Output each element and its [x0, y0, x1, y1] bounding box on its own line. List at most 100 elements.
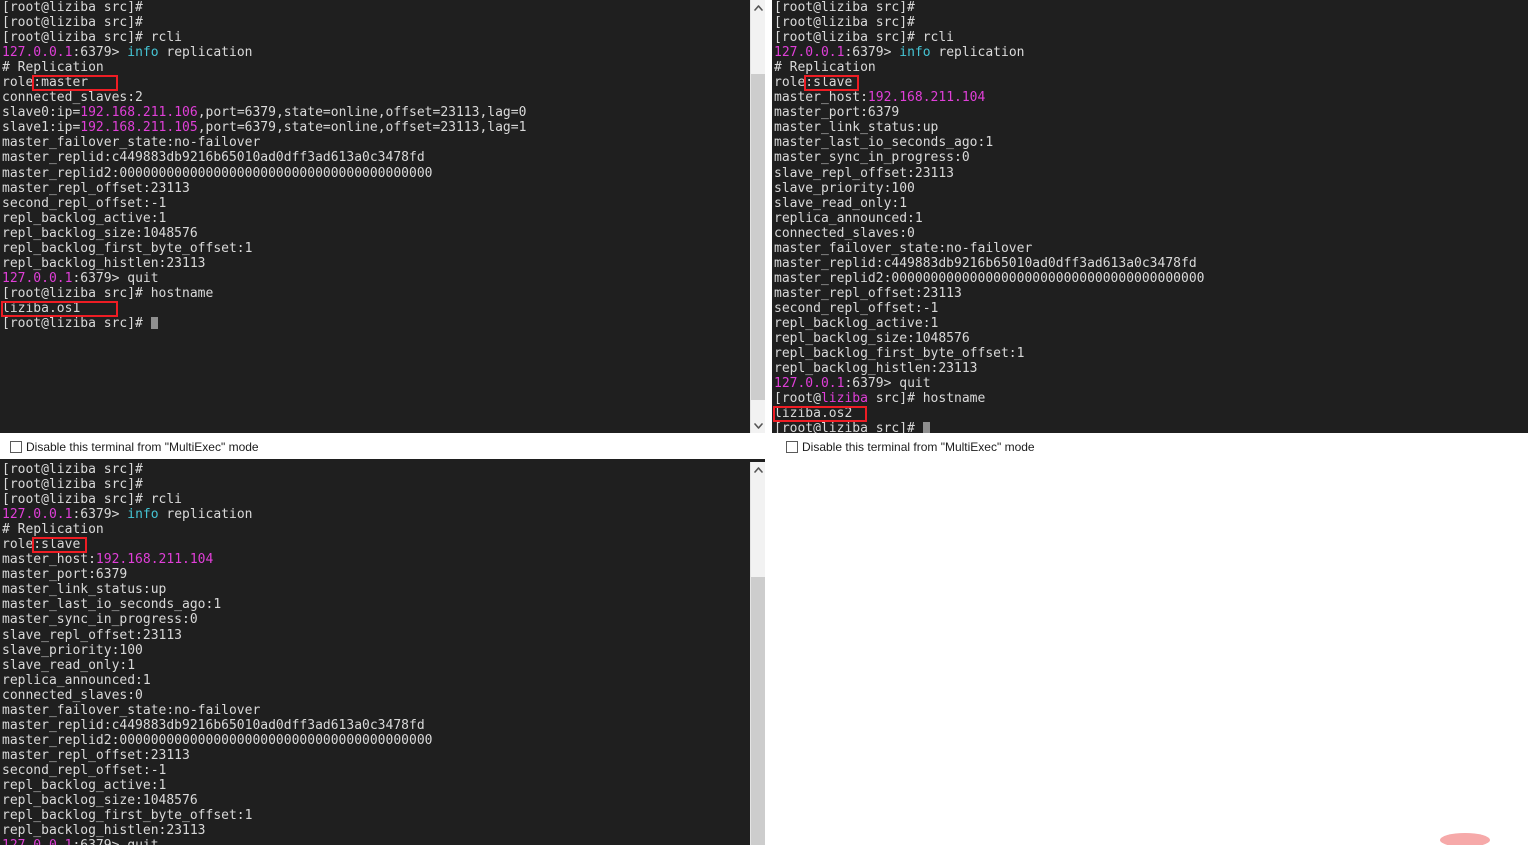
terminal-text: [root@liziba src]# [774, 0, 915, 15]
terminal-line: slave0:ip=192.168.211.106,port=6379,stat… [2, 105, 750, 120]
terminal-text: 127.0.0.1 [774, 45, 845, 61]
terminal-text: slave_repl_offset:23113 [774, 165, 955, 181]
terminal-text: liziba.os1 [2, 300, 81, 316]
terminal-line: [root@liziba src]# [2, 0, 750, 15]
terminal-line: # Replication [2, 522, 750, 537]
terminal-text: replication [930, 45, 1025, 61]
checkbox-disable-multiexec-replica-1[interactable] [786, 441, 798, 453]
terminal-text: [root@liziba src]# rcli [774, 30, 955, 46]
terminal-text: repl_backlog_histlen:23113 [774, 361, 978, 377]
terminal-line: [root@liziba src]# [774, 15, 1528, 30]
terminal-line: master_replid:c449883db9216b65010ad0dff3… [2, 150, 750, 165]
terminal-text: liziba.os2 [774, 406, 853, 422]
terminal-line: master_link_status:up [774, 120, 1528, 135]
terminal-text: master_host: [774, 90, 868, 106]
terminal-line: 127.0.0.1:6379> info replication [2, 507, 750, 522]
terminal-text: master_sync_in_progress:0 [2, 612, 198, 628]
terminal-text: slave_repl_offset:23113 [2, 627, 183, 643]
terminal-line: [root@liziba src]# [2, 316, 750, 331]
terminal-text: repl_backlog_active:1 [774, 315, 939, 331]
terminal-text: master_replid:c449883db9216b65010ad0dff3… [774, 255, 1197, 271]
terminal-text: # Replication [2, 60, 104, 76]
terminal-line: 127.0.0.1:6379> info replication [2, 45, 750, 60]
terminal-lines: [root@liziba src]# [root@liziba src]# [roo… [0, 462, 750, 845]
terminal-text: master_replid:c449883db9216b65010ad0dff3… [2, 717, 425, 733]
terminal-text: 127.0.0.1 [2, 838, 72, 845]
terminal-line: master_port:6379 [2, 567, 750, 582]
multiexec-terminal-window: [root@liziba src]# [root@liziba src]# [roo… [0, 0, 1528, 845]
terminal-line: repl_backlog_histlen:23113 [2, 823, 750, 838]
terminal-line: [root@liziba src]# hostname [774, 391, 1528, 406]
terminal-text: master_port:6379 [2, 567, 128, 583]
terminal-text: [root@liziba src]# [2, 0, 143, 15]
terminal-line: role:master [2, 75, 750, 90]
terminal-output-replica-1[interactable]: [root@liziba src]# [root@liziba src]# [roo… [772, 0, 1528, 433]
terminal-line: master_sync_in_progress:0 [774, 150, 1528, 165]
terminal-line: slave_repl_offset:23113 [774, 166, 1528, 181]
scrollbar-master[interactable] [750, 0, 765, 433]
terminal-line: [root@liziba src]# rcli [2, 492, 750, 507]
terminal-text: 127.0.0.1 [2, 507, 73, 523]
terminal-text: 192.168.211.104 [95, 552, 214, 568]
terminal-text: :6379> [72, 507, 128, 523]
terminal-text: [root@liziba src]# [2, 315, 151, 331]
terminal-line: [root@liziba src]# [774, 0, 1528, 15]
scroll-down-arrow-icon[interactable] [751, 418, 765, 433]
terminal-line: second_repl_offset:-1 [2, 763, 750, 778]
terminal-line: 127.0.0.1:6379> quit [2, 271, 750, 286]
terminal-text: repl_backlog_first_byte_offset:1 [774, 346, 1025, 362]
terminal-panel-replica-1[interactable]: [root@liziba src]# [root@liziba src]# [roo… [772, 0, 1528, 433]
terminal-output-replica-2[interactable]: [root@liziba src]# [root@liziba src]# [roo… [0, 462, 750, 845]
terminal-text: :6379> quit [72, 270, 159, 286]
terminal-line: master_repl_offset:23113 [2, 748, 750, 763]
terminal-text: repl_backlog_size:1048576 [2, 225, 198, 241]
terminal-line: repl_backlog_first_byte_offset:1 [2, 808, 750, 823]
terminal-line: master_replid2:0000000000000000000000000… [2, 166, 750, 181]
scroll-thumb[interactable] [751, 577, 765, 845]
terminal-line: slave_priority:100 [2, 643, 750, 658]
terminal-text: ,port=6379,state=online,offset=23113,lag… [197, 120, 527, 136]
terminal-text: repl_backlog_histlen:23113 [2, 255, 206, 271]
terminal-panel-master[interactable]: [root@liziba src]# [root@liziba src]# [roo… [0, 0, 765, 433]
terminal-text: :6379> quit [844, 376, 931, 392]
terminal-text: master_replid2:0000000000000000000000000… [774, 270, 1205, 286]
checkbox-disable-multiexec-master[interactable] [10, 441, 22, 453]
scroll-up-arrow-icon[interactable] [751, 462, 765, 477]
terminal-text: # Replication [2, 522, 104, 538]
terminal-line: # Replication [774, 60, 1528, 75]
terminal-panel-replica-2[interactable]: [root@liziba src]# [root@liziba src]# [roo… [0, 462, 765, 845]
scrollbar-replica-2[interactable] [750, 462, 765, 845]
terminal-text: master_replid2:0000000000000000000000000… [2, 165, 433, 181]
terminal-text: info [127, 45, 159, 61]
terminal-text: :6379> [72, 45, 128, 61]
terminal-line: slave_read_only:1 [2, 658, 750, 673]
terminal-text: slave0:ip= [2, 105, 81, 121]
terminal-line: slave1:ip=192.168.211.105,port=6379,stat… [2, 120, 750, 135]
multiexec-disable-row-replica-1[interactable]: Disable this terminal from "MultiExec" m… [786, 437, 1035, 457]
scroll-up-arrow-icon[interactable] [751, 0, 765, 15]
terminal-text: 127.0.0.1 [2, 45, 73, 61]
terminal-line: 127.0.0.1:6379> quit [2, 838, 750, 845]
terminal-line: connected_slaves:0 [774, 226, 1528, 241]
terminal-text: master_link_status:up [774, 120, 939, 136]
terminal-line: liziba.os2 [774, 406, 1528, 421]
terminal-text: repl_backlog_histlen:23113 [2, 823, 206, 839]
terminal-text: 192.168.211.104 [867, 90, 986, 106]
terminal-text: :6379> quit [72, 838, 158, 845]
terminal-text: [root@liziba src]# rcli [2, 30, 183, 46]
terminal-text: :6379> [844, 45, 900, 61]
multiexec-disable-row-master[interactable]: Disable this terminal from "MultiExec" m… [10, 437, 259, 457]
terminal-text: master_repl_offset:23113 [2, 180, 190, 196]
terminal-text: info [127, 507, 159, 523]
terminal-text: master_last_io_seconds_ago:1 [2, 597, 222, 613]
terminal-line: master_failover_state:no-failover [2, 703, 750, 718]
terminal-text: repl_backlog_first_byte_offset:1 [2, 240, 253, 256]
terminal-output-master[interactable]: [root@liziba src]# [root@liziba src]# [roo… [0, 0, 750, 433]
terminal-text: connected_slaves:2 [2, 90, 143, 106]
terminal-line: 127.0.0.1:6379> quit [774, 376, 1528, 391]
terminal-line: [root@liziba src]# hostname [2, 286, 750, 301]
terminal-text: # Replication [774, 60, 876, 76]
terminal-text: [root@liziba src]# [2, 477, 143, 493]
scroll-thumb[interactable] [751, 74, 765, 400]
terminal-text: master_sync_in_progress:0 [774, 150, 970, 166]
